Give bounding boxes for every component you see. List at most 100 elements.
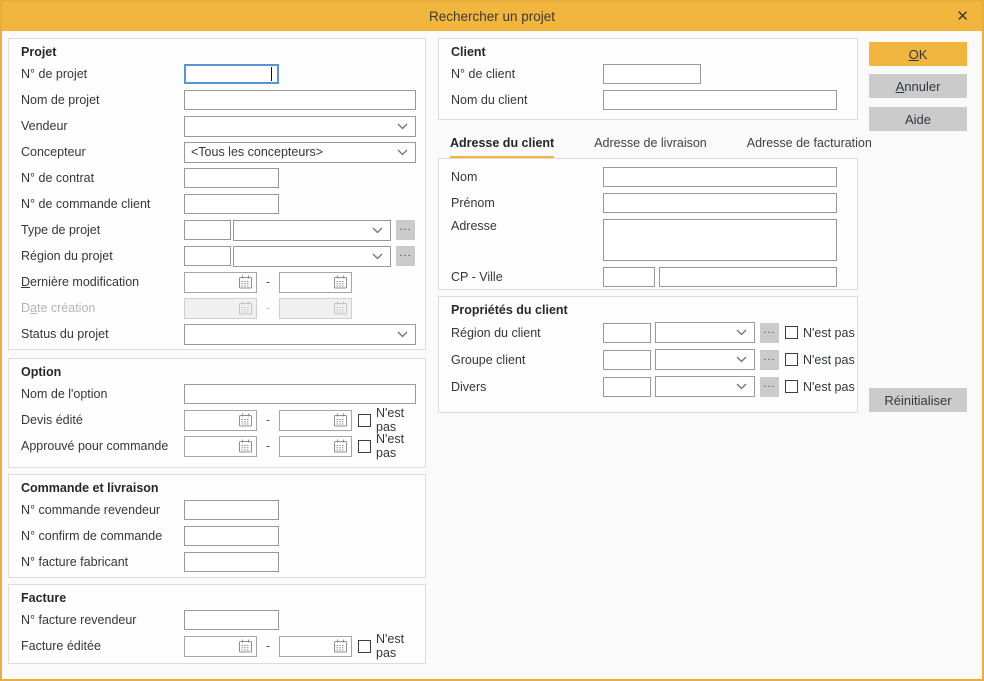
calendar-icon: [239, 301, 252, 315]
project-region-browse-button[interactable]: ...: [396, 246, 415, 266]
field-row: Vendeur: [9, 113, 425, 139]
nom-projet-label: Nom de projet: [21, 93, 100, 107]
client-number-input[interactable]: [603, 64, 701, 84]
invoice-issued-not-checkbox[interactable]: [358, 639, 371, 653]
text-caret: [271, 67, 272, 81]
misc-browse-button[interactable]: ...: [760, 376, 779, 397]
last-modified-from-date-field[interactable]: [184, 271, 257, 293]
project-region-code-input[interactable]: [184, 246, 231, 266]
client-group-select[interactable]: [655, 349, 755, 370]
derniere-modification-label: Dernière modification: [21, 275, 184, 289]
reseller-invoice-number-input[interactable]: [184, 610, 279, 630]
invoice-issued-from-date-field[interactable]: [184, 635, 257, 657]
approved-to-date-field[interactable]: [279, 435, 352, 457]
approved-from-date-field[interactable]: [184, 435, 257, 457]
no-confirm-label: N° confirm de commande: [21, 529, 163, 543]
order-confirmation-number-input[interactable]: [184, 526, 279, 546]
chevron-down-icon: [397, 123, 408, 129]
reseller-order-number-input[interactable]: [184, 500, 279, 520]
project-type-code-input[interactable]: [184, 220, 231, 240]
client-order-number-input[interactable]: [184, 194, 279, 214]
not-label: N'est pas: [803, 325, 855, 340]
ok-button[interactable]: OK: [869, 42, 967, 66]
field-row: Divers ... N'est pas: [439, 373, 857, 400]
projet-title: Projet: [21, 45, 57, 59]
projet-group: Projet N° de projet Nom de projet Vendeu…: [8, 38, 426, 350]
help-button[interactable]: Aide: [869, 107, 967, 131]
calendar-icon[interactable]: [333, 413, 348, 427]
address-firstname-input[interactable]: [603, 193, 837, 213]
quote-issued-from-date-field[interactable]: [184, 409, 257, 431]
client-region-select[interactable]: [655, 322, 755, 343]
reset-button[interactable]: Réinitialiser: [869, 388, 967, 412]
project-type-select[interactable]: [233, 219, 391, 241]
project-type-browse-button[interactable]: ...: [396, 220, 415, 240]
tab-adresse-client[interactable]: Adresse du client: [450, 136, 555, 159]
creation-from-date-field-disabled: [184, 297, 257, 319]
title-bar: Rechercher un projet ✕: [2, 2, 982, 31]
misc-not-checkbox[interactable]: [785, 380, 798, 393]
vendeur-label: Vendeur: [21, 119, 68, 133]
calendar-icon[interactable]: [238, 413, 253, 427]
project-name-input[interactable]: [184, 90, 416, 110]
invoice-issued-to-date-field[interactable]: [279, 635, 352, 657]
address-lastname-input[interactable]: [603, 167, 837, 187]
quote-issued-not-checkbox[interactable]: [358, 413, 371, 427]
project-status-select[interactable]: [184, 323, 416, 345]
no-client-label: N° de client: [451, 67, 516, 81]
misc-select[interactable]: [655, 376, 755, 397]
field-row: CP - Ville: [439, 264, 857, 290]
client-name-input[interactable]: [603, 90, 837, 110]
project-number-input[interactable]: [184, 64, 279, 84]
label-part: te création: [36, 301, 96, 315]
not-label: N'est pas: [376, 432, 405, 460]
client-group-not-checkbox[interactable]: [785, 353, 798, 366]
option-name-input[interactable]: [184, 384, 416, 404]
vendor-select[interactable]: [184, 115, 416, 137]
facture-group: Facture N° facture revendeur Facture édi…: [8, 584, 426, 664]
tab-adresse-facturation[interactable]: Adresse de facturation: [747, 136, 872, 159]
proprietes-group: Propriétés du client Région du client ..…: [438, 296, 858, 413]
calendar-icon[interactable]: [238, 275, 253, 289]
address-street-textarea[interactable]: [603, 219, 837, 261]
postal-code-input[interactable]: [603, 267, 655, 287]
label-part: ernière modification: [30, 275, 140, 289]
client-title: Client: [451, 45, 486, 59]
contract-number-input[interactable]: [184, 168, 279, 188]
tab-adresse-livraison[interactable]: Adresse de livraison: [594, 136, 707, 159]
manufacturer-invoice-number-input[interactable]: [184, 552, 279, 572]
client-group-browse-button[interactable]: ...: [760, 349, 779, 370]
client-address-panel: Nom Prénom Adresse CP - Ville: [438, 158, 858, 290]
no-commande-revendeur-label: N° commande revendeur: [21, 503, 161, 517]
chevron-down-icon: [397, 149, 408, 155]
field-row: Nom de projet: [9, 87, 425, 113]
client-region-code-input[interactable]: [603, 322, 651, 343]
calendar-icon[interactable]: [333, 439, 348, 453]
client-region-browse-button[interactable]: ...: [760, 322, 779, 343]
groupe-client-label: Groupe client: [451, 352, 526, 367]
quote-issued-to-date-field[interactable]: [279, 409, 352, 431]
project-region-select[interactable]: [233, 245, 391, 267]
designer-select[interactable]: <Tous les concepteurs>: [184, 141, 416, 163]
misc-code-input[interactable]: [603, 376, 651, 397]
city-input[interactable]: [659, 267, 837, 287]
cancel-button[interactable]: Annuler: [869, 74, 967, 98]
client-group-code-input[interactable]: [603, 349, 651, 370]
calendar-icon[interactable]: [333, 275, 348, 289]
field-row: N° de projet: [9, 61, 425, 87]
close-icon[interactable]: ✕: [956, 8, 969, 25]
calendar-icon[interactable]: [238, 639, 253, 653]
calendar-icon[interactable]: [333, 639, 348, 653]
concepteur-label: Concepteur: [21, 145, 86, 159]
client-region-not-checkbox[interactable]: [785, 326, 798, 339]
calendar-icon[interactable]: [238, 439, 253, 453]
commande-group: Commande et livraison N° commande revend…: [8, 474, 426, 578]
type-projet-label: Type de projet: [21, 223, 101, 237]
label-part: D: [21, 301, 31, 315]
field-row: Nom du client: [439, 87, 857, 113]
approved-not-checkbox[interactable]: [358, 439, 371, 453]
ok-label: O: [908, 46, 919, 62]
last-modified-to-date-field[interactable]: [279, 271, 352, 293]
chevron-down-icon: [372, 253, 383, 259]
field-row: Nom: [439, 164, 857, 190]
